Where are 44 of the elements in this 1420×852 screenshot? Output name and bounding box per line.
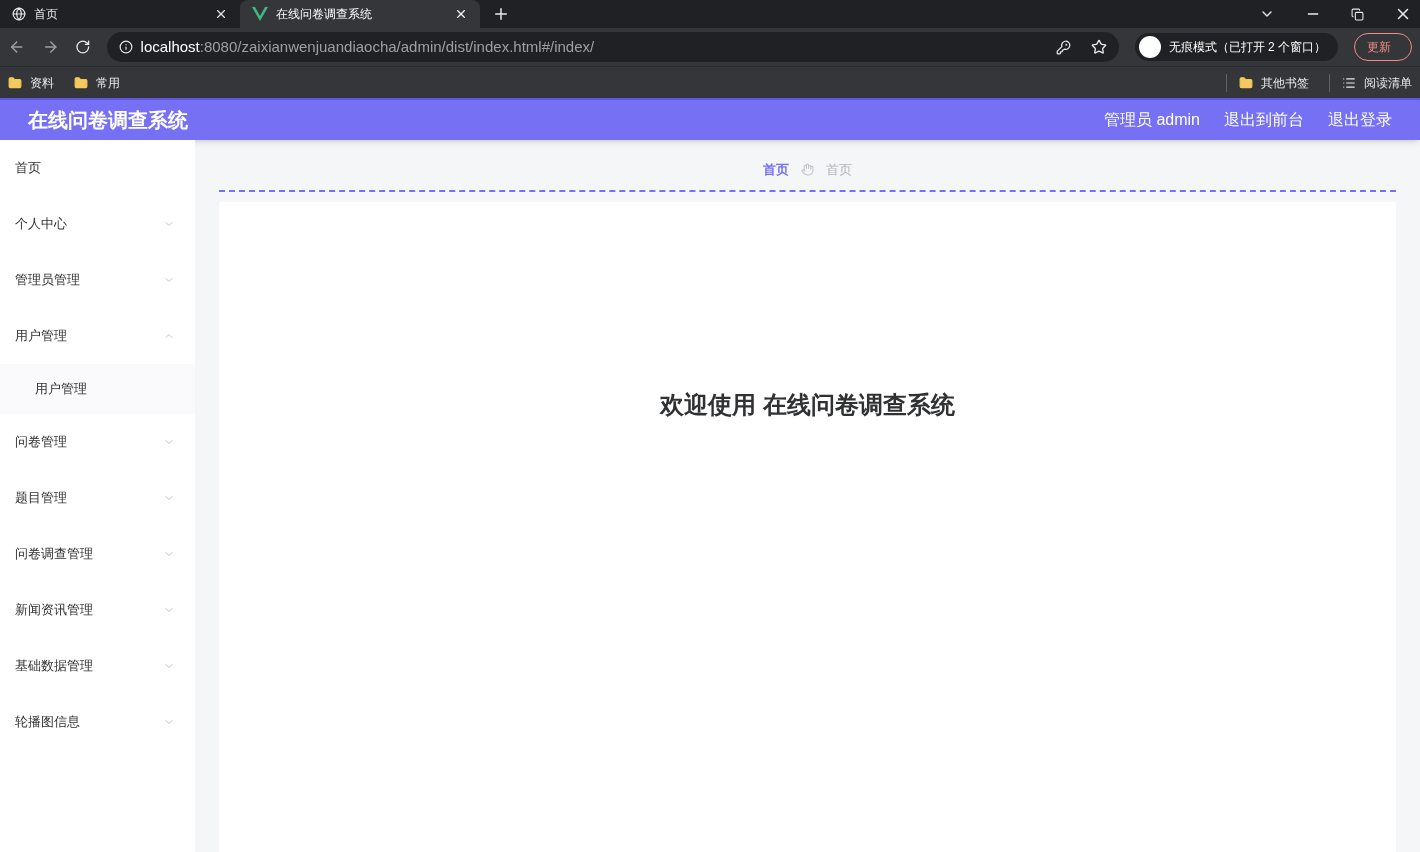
breadcrumb-item: 首页 (826, 161, 852, 179)
sidebar-item[interactable]: 轮播图信息 (0, 694, 195, 750)
sidebar-item[interactable]: 首页 (0, 140, 195, 196)
key-icon[interactable] (1055, 39, 1071, 55)
sidebar-item[interactable]: 基础数据管理 (0, 638, 195, 694)
header-link[interactable]: 退出到前台 (1224, 108, 1304, 132)
sidebar-item[interactable]: 个人中心 (0, 196, 195, 252)
sidebar-item[interactable]: 用户管理 (0, 308, 195, 364)
close-icon[interactable] (454, 7, 468, 21)
welcome-heading: 欢迎使用 在线问卷调查系统 (660, 389, 955, 420)
reading-list[interactable]: 阅读清单 (1329, 73, 1412, 92)
profile-chip[interactable]: 无痕模式（已打开 2 个窗口） (1134, 33, 1338, 61)
url-text: localhost:8080/zaixianwenjuandiaocha/admin/dist/index.html#/index/ (140, 36, 596, 57)
tab-title: 首页 (34, 6, 59, 23)
app-title: 在线问卷调查系统 (28, 108, 188, 133)
folder-icon (1239, 75, 1253, 90)
folder-icon (8, 75, 22, 90)
sidebar-item[interactable]: 题目管理 (0, 470, 195, 526)
info-icon (118, 40, 133, 54)
sidebar-item[interactable]: 问卷管理 (0, 414, 195, 470)
tab-title: 在线问卷调查系统 (276, 6, 373, 23)
close-icon[interactable] (214, 7, 228, 21)
breadcrumb-item[interactable]: 首页 (763, 160, 789, 180)
sidebar-item[interactable]: 新闻资讯管理 (0, 582, 195, 638)
browser-tab[interactable]: 首页 (0, 0, 240, 28)
sidebar-item[interactable]: 管理员管理 (0, 252, 195, 308)
restore-icon[interactable] (1351, 7, 1364, 21)
bookmark-folder[interactable]: 常用 (74, 73, 120, 92)
other-bookmarks[interactable]: 其他书签 (1226, 73, 1309, 92)
sidebar-item[interactable]: 问卷调查管理 (0, 526, 195, 582)
globe-icon (12, 7, 26, 21)
header-link[interactable]: 管理员 admin (1103, 108, 1200, 132)
new-tab-icon[interactable] (492, 5, 510, 23)
star-icon[interactable] (1090, 39, 1107, 55)
address-bar[interactable]: localhost:8080/zaixianwenjuandiaocha/admin/dist/index.html#/index/ (106, 32, 1119, 62)
submenu-item[interactable]: 用户管理 (0, 364, 195, 414)
browser-tab[interactable]: 在线问卷调查系统 (240, 0, 480, 28)
header-link[interactable]: 退出登录 (1328, 108, 1392, 132)
v-logo-icon (252, 7, 268, 21)
list-icon (1342, 75, 1356, 90)
reload-icon[interactable] (75, 39, 91, 55)
hand-icon (801, 163, 814, 177)
folder-icon (74, 75, 88, 90)
bookmark-folder[interactable]: 资料 (8, 73, 54, 92)
